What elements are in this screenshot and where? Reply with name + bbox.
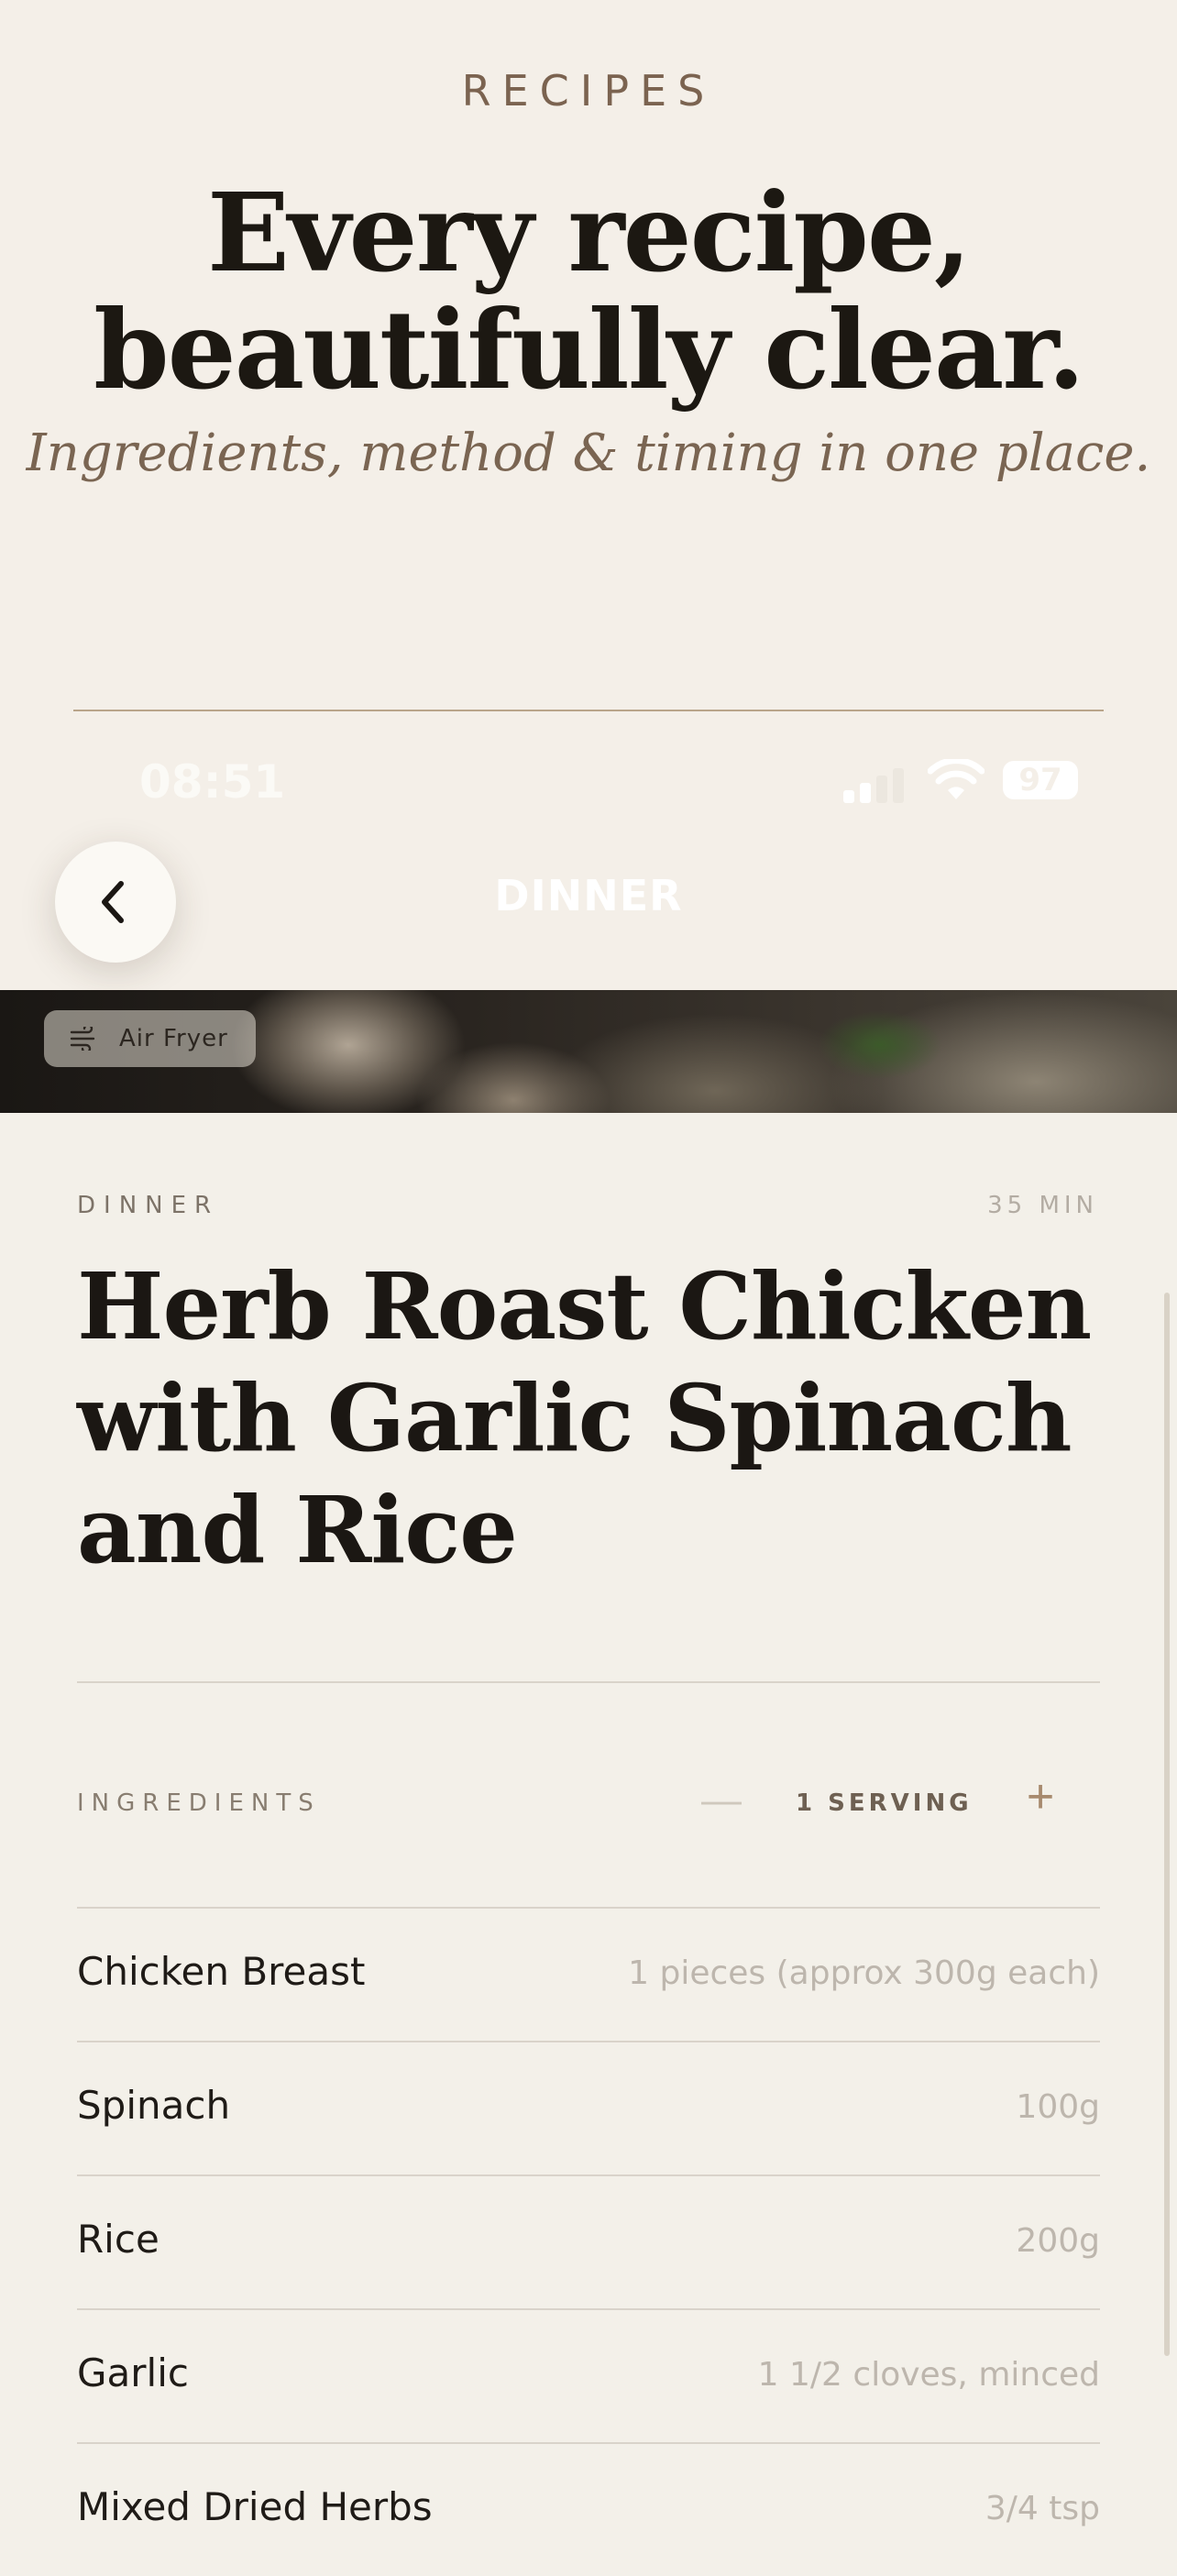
scrollbar[interactable] bbox=[1164, 1293, 1170, 2356]
recipe-title-line2: with Garlic Spinach bbox=[77, 1364, 1072, 1472]
status-time: 08:51 bbox=[139, 755, 286, 809]
ingredient-row: Mixed Dried Herbs 3/4 tsp bbox=[77, 2444, 1100, 2576]
appliance-badge: Air Fryer bbox=[44, 1010, 256, 1067]
ingredient-row: Chicken Breast 1 pieces (approx 300g eac… bbox=[77, 1909, 1100, 2041]
appliance-badge-label: Air Fryer bbox=[119, 1025, 228, 1052]
recipe-hero-image: Air Fryer bbox=[0, 990, 1177, 1113]
ingredient-row: Garlic 1 1/2 cloves, minced bbox=[77, 2310, 1100, 2442]
cellular-signal-icon bbox=[843, 765, 908, 803]
promo-subheadline: Ingredients, method & timing in one plac… bbox=[26, 424, 1151, 483]
promo-headline: Every recipe, beautifully clear. bbox=[0, 174, 1177, 409]
ingredient-name: Rice bbox=[77, 2217, 160, 2262]
recipe-title-line1: Herb Roast Chicken bbox=[77, 1252, 1092, 1360]
promo-headline-line1: Every recipe, bbox=[207, 169, 972, 296]
recipe-duration: 35 MIN bbox=[987, 1192, 1098, 1219]
status-icons: 97 bbox=[843, 759, 1082, 803]
air-fryer-icon bbox=[70, 1027, 95, 1051]
battery-indicator: 97 bbox=[1003, 761, 1078, 799]
recipe-title-line3: and Rice bbox=[77, 1476, 518, 1584]
promo-eyebrow: RECIPES bbox=[461, 66, 716, 116]
promo-banner: RECIPES Every recipe, beautifully clear.… bbox=[0, 0, 1177, 990]
promo-headline-line2: beautifully clear. bbox=[94, 286, 1085, 413]
ingredient-name: Spinach bbox=[77, 2083, 231, 2128]
ingredient-row: Spinach 100g bbox=[77, 2042, 1100, 2174]
ingredients-heading: INGREDIENTS bbox=[77, 1789, 321, 1817]
promo-divider bbox=[73, 710, 1104, 711]
ingredient-quantity: 200g bbox=[1016, 2222, 1100, 2260]
ingredient-name: Garlic bbox=[77, 2350, 189, 2395]
nav-title: DINNER bbox=[494, 871, 683, 920]
wifi-icon bbox=[928, 759, 984, 799]
ingredient-name: Mixed Dried Herbs bbox=[77, 2484, 433, 2529]
recipe-title: Herb Roast Chicken with Garlic Spinach a… bbox=[77, 1250, 1104, 1586]
ingredient-row: Rice 200g bbox=[77, 2176, 1100, 2308]
recipe-category: DINNER bbox=[77, 1192, 220, 1219]
decrease-servings-button[interactable]: — bbox=[698, 1775, 744, 1826]
ingredient-quantity: 1 pieces (approx 300g each) bbox=[628, 1954, 1100, 1992]
ingredient-quantity: 3/4 tsp bbox=[984, 2490, 1100, 2527]
increase-servings-button[interactable]: + bbox=[1018, 1769, 1063, 1824]
ingredient-name: Chicken Breast bbox=[77, 1949, 366, 1994]
title-divider bbox=[77, 1681, 1100, 1683]
servings-count: 1 SERVING bbox=[796, 1789, 973, 1817]
recipe-detail: DINNER 35 MIN Herb Roast Chicken with Ga… bbox=[0, 1113, 1177, 2547]
ingredient-quantity: 1 1/2 cloves, minced bbox=[757, 2356, 1100, 2394]
ingredient-quantity: 100g bbox=[1016, 2088, 1100, 2126]
